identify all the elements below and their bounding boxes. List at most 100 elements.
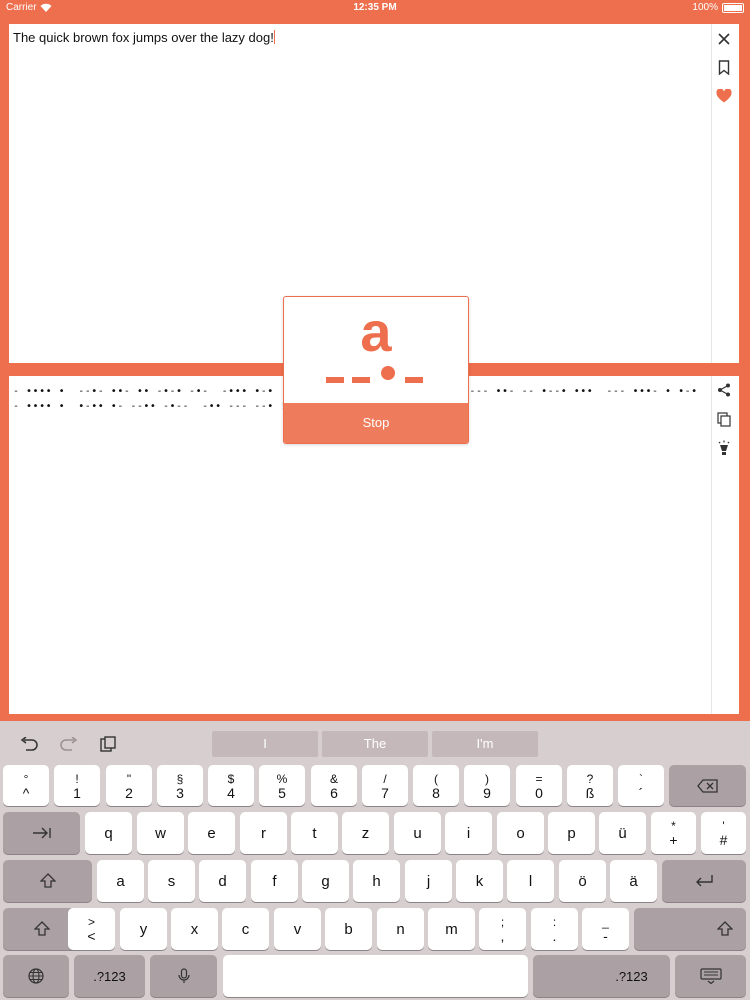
key-top: / — [383, 771, 387, 786]
key-top: ; — [500, 915, 505, 929]
key-b[interactable]: b — [325, 908, 372, 950]
key-1[interactable]: ! 1 — [54, 765, 100, 806]
bookmark-button[interactable] — [713, 56, 735, 78]
redo-button[interactable] — [58, 733, 80, 755]
dictation-key[interactable] — [150, 955, 217, 997]
suggestion-2[interactable]: The — [322, 731, 428, 757]
flashlight-button[interactable] — [713, 437, 735, 459]
key-bottom: + — [669, 832, 678, 848]
key-accent[interactable]: ` ´ — [618, 765, 664, 806]
shift-icon — [717, 921, 733, 936]
numbers-key-right[interactable]: .?123 — [533, 955, 670, 997]
key-bottom: < — [87, 928, 96, 944]
key-hash[interactable]: ' # — [701, 812, 746, 854]
shift-icon — [33, 921, 50, 936]
key-plus[interactable]: * + — [651, 812, 696, 854]
key-r[interactable]: r — [240, 812, 287, 854]
suggestion-3[interactable]: I'm — [432, 731, 538, 757]
key-6[interactable]: & 6 — [311, 765, 357, 806]
key-4[interactable]: $4 — [208, 765, 254, 806]
numbers-key-left[interactable]: .?123 — [74, 955, 145, 997]
key-u[interactable]: u — [394, 812, 441, 854]
key-c[interactable]: c — [222, 908, 269, 950]
key-0[interactable]: = 0 — [516, 765, 562, 806]
clear-button[interactable] — [713, 28, 735, 50]
delete-key[interactable] — [669, 765, 746, 806]
key-x[interactable]: x — [171, 908, 218, 950]
key-o-umlaut[interactable]: ö — [559, 860, 606, 902]
key-t[interactable]: t — [291, 812, 338, 854]
key-bottom: . — [552, 928, 557, 944]
key-top: ° — [23, 771, 29, 786]
key-i[interactable]: i — [445, 812, 492, 854]
key-a[interactable]: a — [97, 860, 144, 902]
key-top: ' — [722, 819, 725, 833]
key-f[interactable]: f — [251, 860, 298, 902]
key-7[interactable]: /7 — [362, 765, 408, 806]
return-key[interactable] — [662, 860, 746, 902]
key-comma[interactable]: ;, — [479, 908, 526, 950]
key-y[interactable]: y — [120, 908, 167, 950]
key-bottom: ´ — [638, 784, 644, 801]
key-2[interactable]: " 2 — [106, 765, 152, 806]
key-9[interactable]: ) 9 — [464, 765, 510, 806]
stop-button[interactable]: Stop — [284, 403, 468, 443]
shift-right-key[interactable] — [634, 908, 746, 950]
copy-button[interactable] — [713, 408, 735, 430]
key-u-umlaut[interactable]: ü — [599, 812, 646, 854]
key-top: ` — [639, 771, 643, 786]
key-p[interactable]: p — [548, 812, 595, 854]
morse-dash — [352, 377, 370, 383]
key-o[interactable]: o — [497, 812, 544, 854]
key-bottom: 1 — [73, 784, 81, 801]
key-q[interactable]: q — [85, 812, 132, 854]
undo-button[interactable] — [18, 733, 40, 755]
share-button[interactable] — [713, 379, 735, 401]
key-h[interactable]: h — [353, 860, 400, 902]
key-bottom: , — [500, 928, 505, 944]
battery-info: 100% — [692, 2, 744, 13]
globe-key[interactable] — [3, 955, 69, 997]
key-w[interactable]: w — [137, 812, 184, 854]
backspace-icon — [696, 778, 718, 793]
space-key[interactable] — [223, 955, 528, 997]
key-k[interactable]: k — [456, 860, 503, 902]
battery-percent: 100% — [692, 2, 718, 13]
lightbulb-icon — [718, 440, 730, 455]
key-s[interactable]: s — [148, 860, 195, 902]
letter-popup: a Stop — [283, 296, 469, 444]
tab-key[interactable] — [3, 812, 80, 854]
key-g[interactable]: g — [302, 860, 349, 902]
key-m[interactable]: m — [428, 908, 475, 950]
shift-icon — [39, 873, 56, 888]
key-top: ) — [485, 771, 489, 786]
key-l[interactable]: l — [507, 860, 554, 902]
key-8[interactable]: (8 — [413, 765, 459, 806]
paste-button[interactable] — [97, 733, 119, 755]
status-bar: Carrier 12:35 PM 100% — [0, 0, 750, 16]
key-z[interactable]: z — [342, 812, 389, 854]
key-eszett[interactable]: ? ß — [567, 765, 613, 806]
text-input[interactable]: The quick brown fox jumps over the lazy … — [13, 30, 275, 45]
key-top: § — [176, 771, 184, 786]
key-a-umlaut[interactable]: ä — [610, 860, 657, 902]
key-top: ! — [75, 771, 79, 786]
key-v[interactable]: v — [274, 908, 321, 950]
key-n[interactable]: n — [377, 908, 424, 950]
caps-lock-key[interactable] — [3, 860, 92, 902]
key-hyphen[interactable]: _ - — [582, 908, 629, 950]
key-j[interactable]: j — [405, 860, 452, 902]
key-less-than[interactable]: > < — [68, 908, 115, 950]
key-bottom: 9 — [483, 784, 491, 801]
key-d[interactable]: d — [199, 860, 246, 902]
key-3[interactable]: § 3 — [157, 765, 203, 806]
key-caret[interactable]: ° ^ — [3, 765, 49, 806]
key-e[interactable]: e — [188, 812, 235, 854]
key-5[interactable]: % 5 — [259, 765, 305, 806]
suggestion-bar: I The I'm — [0, 721, 750, 761]
key-top: ( — [434, 771, 438, 786]
hide-keyboard-key[interactable] — [675, 955, 746, 997]
key-period[interactable]: :. — [531, 908, 578, 950]
suggestion-1[interactable]: I — [212, 731, 318, 757]
favorite-button[interactable] — [713, 85, 735, 107]
